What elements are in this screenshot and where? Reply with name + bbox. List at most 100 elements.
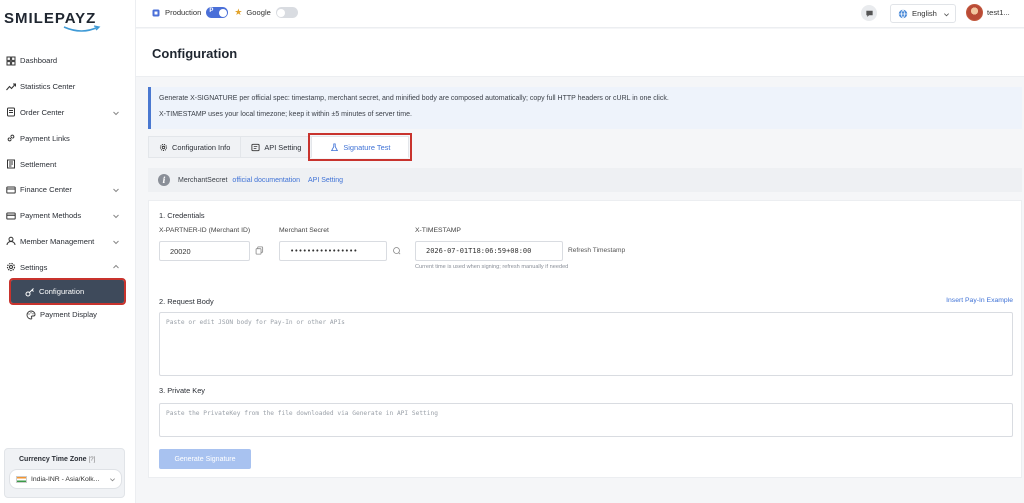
sidebar-subitem-label: Payment Display: [40, 310, 97, 320]
finance-icon: [6, 186, 16, 194]
google-star-icon: ★: [234, 7, 243, 17]
sidebar-item-label: Statistics Center: [20, 82, 76, 92]
timestamp-input[interactable]: 2026-07-01T18:06:59+08:00: [415, 241, 563, 261]
timestamp-label: X-TIMESTAMP: [415, 227, 461, 234]
settlement-icon: [7, 159, 15, 169]
logo-swoosh-icon: [63, 25, 101, 32]
tab-label: Signature Test: [343, 142, 391, 152]
note-text: MerchantSecret: [178, 176, 228, 184]
tab-bar: Configuration Info API Setting Signature…: [148, 133, 413, 161]
user-menu[interactable]: test1...: [987, 8, 1010, 17]
tab-label: Configuration Info: [172, 142, 231, 152]
sidebar-item-payment-links[interactable]: Payment Links: [0, 125, 136, 151]
page-title: Configuration: [152, 46, 238, 61]
timezone-select[interactable]: India-INR - Asia/Kolk...: [9, 469, 122, 489]
sidebar-item-label: Payment Methods: [20, 211, 82, 221]
insert-payin-example-link[interactable]: Insert Pay-In Example: [946, 297, 1013, 304]
chat-icon: [865, 10, 873, 17]
tab-label: API Setting: [264, 142, 302, 152]
partner-id-input[interactable]: 20020: [159, 241, 250, 261]
request-body-title: 2. Request Body: [159, 297, 214, 306]
top-bar: Production P ★ Google English test1...: [136, 0, 1024, 28]
sidebar-subitem-configuration[interactable]: Configuration: [9, 278, 126, 306]
chevron-down-icon: [110, 478, 115, 482]
sidebar-item-settlement[interactable]: Settlement: [0, 151, 136, 177]
page-header: Configuration: [136, 29, 1024, 77]
palette-icon: [26, 310, 36, 320]
merchant-secret-label: Merchant Secret: [279, 227, 329, 234]
signature-form: 1. Credentials X-PARTNER-ID (Merchant ID…: [148, 200, 1022, 478]
link-icon: [7, 134, 15, 142]
production-toggle[interactable]: P: [206, 7, 229, 18]
api-icon: [251, 143, 260, 151]
sidebar-subitem-label: Configuration: [39, 287, 85, 297]
timestamp-hint: Current time is used when signing; refre…: [415, 264, 569, 270]
generate-signature-button[interactable]: Generate Signature: [159, 449, 251, 469]
chevron-down-icon: [113, 240, 119, 244]
user-icon: [6, 237, 16, 246]
sidebar-item-label: Payment Links: [20, 133, 70, 143]
sidebar-item-finance-center[interactable]: Finance Center: [0, 177, 136, 203]
info-line-2: X-TIMESTAMP uses your local timezone; ke…: [159, 111, 412, 118]
api-setting-link[interactable]: API Setting: [308, 177, 343, 184]
private-key-title: 3. Private Key: [159, 386, 206, 395]
gear-icon: [6, 263, 16, 272]
india-flag-icon: [16, 475, 27, 483]
info-banner: Generate X-SIGNATURE per official spec: …: [148, 87, 1022, 129]
credentials-title: 1. Credentials: [159, 211, 205, 220]
avatar[interactable]: [966, 4, 983, 21]
info-icon: i: [158, 174, 170, 186]
google-label: Google: [246, 8, 271, 17]
merchant-secret-input[interactable]: ••••••••••••••••: [279, 241, 387, 261]
language-label: English: [912, 9, 937, 18]
tab-configuration-info[interactable]: Configuration Info: [148, 136, 242, 158]
sidebar-nav: Dashboard Statistics Center Order Center…: [0, 48, 136, 326]
production-label: Production: [165, 8, 202, 17]
production-icon: [152, 9, 160, 16]
info-line-1: Generate X-SIGNATURE per official spec: …: [159, 95, 669, 102]
request-body-textarea[interactable]: Paste or edit JSON body for Pay-In or ot…: [159, 312, 1013, 376]
sidebar-item-statistics-center[interactable]: Statistics Center: [0, 74, 136, 100]
card-icon: [6, 212, 16, 220]
google-toggle[interactable]: [275, 7, 298, 18]
chevron-down-icon: [113, 111, 119, 115]
sidebar-item-settings[interactable]: Settings: [0, 254, 136, 280]
dashboard-icon: [6, 56, 16, 66]
chevron-down-icon: [113, 188, 119, 193]
sidebar-item-label: Finance Center: [20, 185, 72, 195]
sidebar-item-payment-methods[interactable]: Payment Methods: [0, 203, 136, 229]
config-icon: [159, 143, 168, 151]
key-icon: [25, 287, 34, 297]
sidebar-item-label: Order Center: [20, 107, 65, 117]
order-icon: [7, 107, 15, 117]
timezone-title: Currency Time Zone [?]: [19, 456, 96, 463]
private-key-textarea[interactable]: Paste the PrivateKey from the file downl…: [159, 403, 1013, 437]
sidebar-item-label: Member Management: [20, 236, 95, 246]
sidebar-item-member-management[interactable]: Member Management: [0, 229, 136, 255]
tab-signature-test[interactable]: Signature Test: [308, 133, 413, 161]
sidebar-item-order-center[interactable]: Order Center: [0, 100, 136, 126]
currency-timezone-card: Currency Time Zone [?] India-INR - Asia/K…: [4, 448, 125, 498]
chevron-down-icon: [113, 214, 119, 218]
chevron-down-icon: [944, 13, 949, 17]
timezone-help[interactable]: [?]: [89, 457, 96, 463]
refresh-timestamp-button[interactable]: Refresh Timestamp: [568, 247, 625, 254]
partner-id-label: X-PARTNER-ID (Merchant ID): [159, 227, 251, 234]
timezone-value: India-INR - Asia/Kolk...: [31, 475, 100, 483]
official-documentation-link[interactable]: official documentation: [232, 177, 300, 184]
flask-icon: [331, 142, 339, 151]
chevron-up-icon: [113, 265, 119, 269]
tab-api-setting[interactable]: API Setting: [240, 136, 313, 158]
sidebar-item-dashboard[interactable]: Dashboard: [0, 48, 136, 74]
eye-icon[interactable]: [392, 246, 401, 255]
language-selector[interactable]: English: [890, 4, 956, 23]
sidebar-item-label: Settlement: [20, 159, 57, 169]
chat-button[interactable]: [861, 5, 877, 21]
sidebar-item-label: Settings: [20, 262, 48, 272]
copy-icon[interactable]: [255, 246, 264, 255]
trend-icon: [6, 83, 16, 91]
sidebar-item-label: Dashboard: [20, 56, 58, 66]
sidebar: SMILEPAYZ Dashboard Statistics Center Or…: [0, 0, 136, 503]
sidebar-subitem-payment-display[interactable]: Payment Display: [0, 303, 136, 326]
merchant-secret-note: i MerchantSecret official documentation …: [148, 168, 1022, 192]
